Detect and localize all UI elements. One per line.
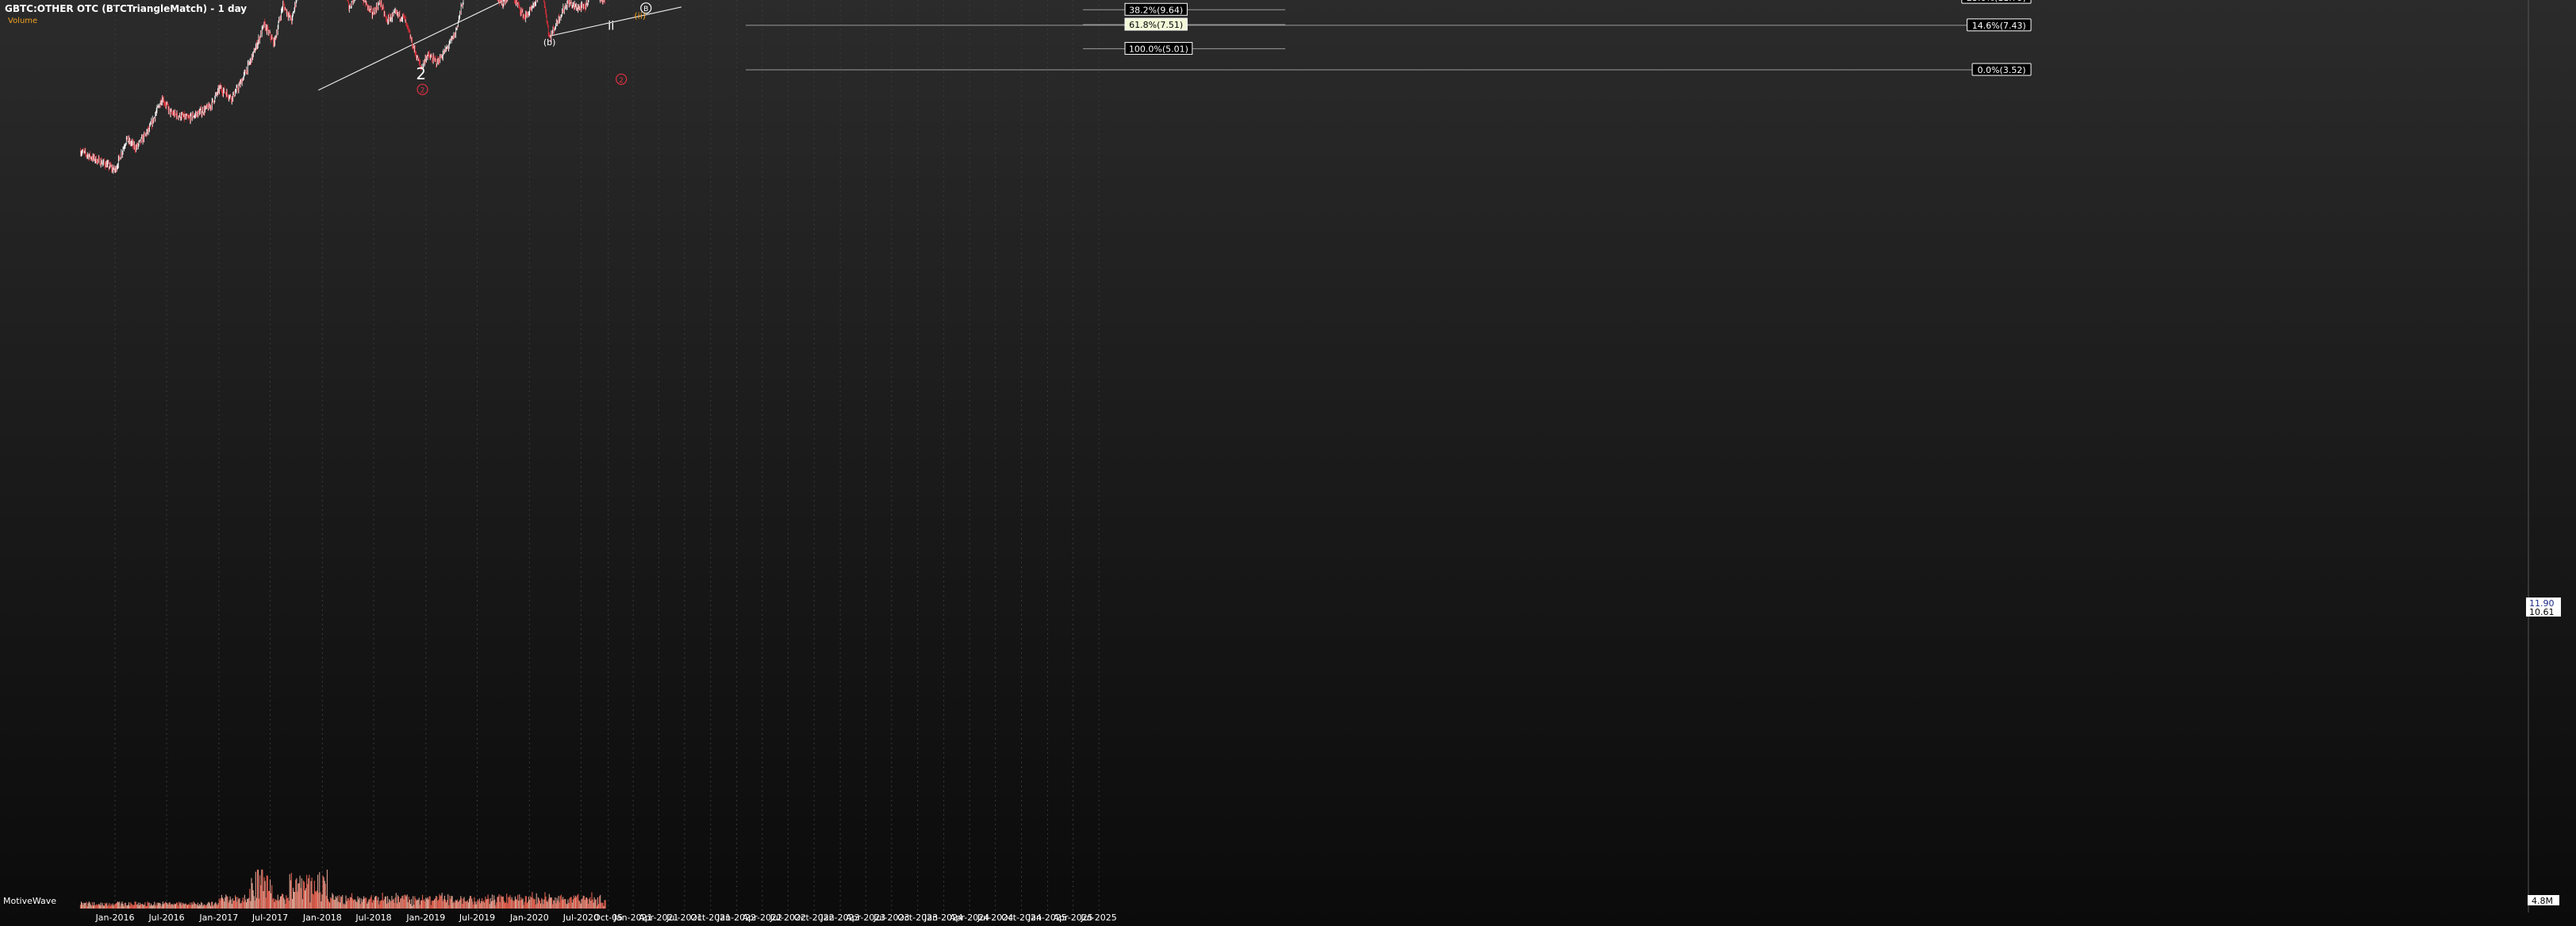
wave-label: 2 <box>616 73 628 85</box>
price-label-current: 10.61 <box>2526 606 2561 617</box>
wave-label-text: (b) <box>543 37 556 48</box>
time-tick-label: Jan-2019 <box>405 913 445 923</box>
price-candles <box>79 0 606 175</box>
fib-label-text: 38.2%(9.64) <box>1129 5 1183 15</box>
time-tick-label: Jul-2025 <box>1081 913 1117 923</box>
fib-level-label: 14.6%(7.43) <box>1966 18 2032 32</box>
wave-label: 2 <box>417 83 428 95</box>
price-axis: 11.9010.614.8M <box>2526 0 2561 913</box>
wave-label-text: (ii) <box>634 11 646 21</box>
fib-label-text: 14.6%(7.43) <box>1972 21 2026 31</box>
wave-label-text: 2 <box>420 87 425 95</box>
time-tick-label: Jan-2016 <box>95 913 135 923</box>
wave-label-text: 2 <box>619 77 624 85</box>
wave-label-text: ii <box>608 18 614 33</box>
wave-label-text: 2 <box>416 64 426 83</box>
trend-channel-line <box>318 0 506 91</box>
fib-label-text: 23.6%(11.79) <box>1967 0 2026 3</box>
wave-label: ii <box>608 18 614 33</box>
wave-label: 2 <box>416 64 426 83</box>
fib-label-text: 0.0%(3.52) <box>1977 65 2025 75</box>
price-chart[interactable]: 176.4%(29703.74)161.8%(14054.04)150.0%(7… <box>0 0 2576 926</box>
trend-channel-line <box>549 6 682 37</box>
time-axis: Jan-2016 Jul-2016 Jan-2017 Jul-2017 Jan-2018… <box>95 913 1117 923</box>
fib-level-label: 61.8%(7.51) <box>1124 17 1188 31</box>
fib-label-text: 61.8%(7.51) <box>1129 20 1183 30</box>
time-tick-label: Jul-2018 <box>355 913 391 923</box>
time-tick-label: Jul-2019 <box>459 913 495 923</box>
fib-level-label: 23.6%(11.79) <box>1961 0 2032 4</box>
time-tick-label: Jul-2016 <box>148 913 184 923</box>
chart-window: GBTC:OTHER OTC (BTCTriangleMatch) - 1 da… <box>0 0 2576 926</box>
grid-lines <box>114 0 1100 913</box>
wave-labels: 1234512123BA(a)(a)(b)(c)(i)(ii)iiiiiiivv <box>416 2 652 95</box>
trend-channels <box>318 0 682 91</box>
fib-level-label: 100.0%(5.01) <box>1124 41 1193 55</box>
volume-bars <box>79 869 606 909</box>
volume-max-label: 4.8M <box>2528 895 2559 906</box>
wave-label: (b) <box>543 37 556 48</box>
fib-level-label: 38.2%(9.64) <box>1124 2 1188 16</box>
fib-level-label: 0.0%(3.52) <box>1971 63 2032 76</box>
fib-label-text: 100.0%(5.01) <box>1129 44 1188 54</box>
brand-watermark: MotiveWave <box>3 896 57 906</box>
time-tick-label: Jan-2017 <box>198 913 238 923</box>
fibonacci-levels: 176.4%(29703.74)161.8%(14054.04)150.0%(7… <box>746 0 2032 76</box>
time-tick-label: Jul-2017 <box>251 913 288 923</box>
price-label-text: 10.61 <box>2529 607 2555 617</box>
time-tick-label: Jan-2020 <box>509 913 549 923</box>
time-tick-label: Jan-2018 <box>302 913 342 923</box>
wave-label: (ii) <box>634 11 646 21</box>
volume-label-text: 4.8M <box>2532 896 2553 906</box>
